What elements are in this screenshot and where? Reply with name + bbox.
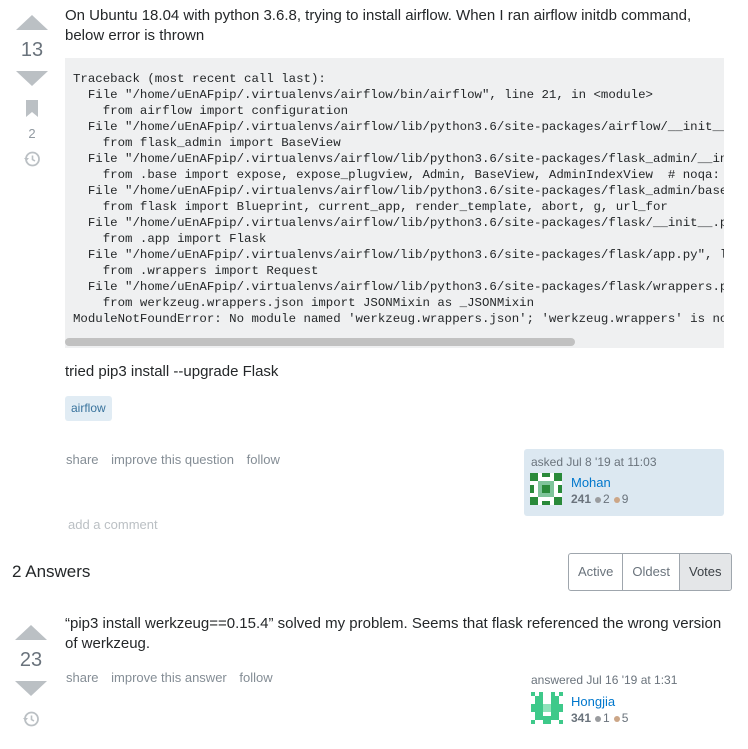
answered-time: answered Jul 16 '19 at 1:31 <box>531 673 678 687</box>
code-line: File "/home/uEnAFpip/.virtualenvs/airflo… <box>73 216 724 230</box>
question-post-menu: share improve this question follow <box>66 452 289 467</box>
question-owner-card: asked Jul 8 '19 at 11:03 Mohan 241 2 9 <box>524 449 724 516</box>
upvote-icon[interactable] <box>15 625 47 640</box>
answer-text: “pip3 install werkzeug==0.15.4” solved m… <box>65 615 722 652</box>
downvote-icon[interactable] <box>16 71 48 86</box>
code-line: File "/home/uEnAFpip/.virtualenvs/airflo… <box>73 88 653 102</box>
user-stats: 341 1 5 <box>571 711 628 725</box>
code-block: Traceback (most recent call last): File … <box>65 58 724 348</box>
share-link[interactable]: share <box>66 452 99 467</box>
code-line: from .app import Flask <box>73 232 267 246</box>
silver-badge-icon <box>595 496 602 503</box>
history-icon[interactable] <box>10 150 54 173</box>
upvote-icon[interactable] <box>16 15 48 30</box>
code-line: from .wrappers import Request <box>73 264 319 278</box>
answer-post-menu: share improve this answer follow <box>66 670 282 685</box>
code-line: ModuleNotFoundError: No module named 'we… <box>73 312 724 326</box>
improve-link[interactable]: improve this answer <box>111 670 227 685</box>
question-followup-text: tried pip3 install --upgrade Flask <box>65 363 279 380</box>
answers-count-heading: 2 Answers <box>12 562 91 581</box>
question-text: On Ubuntu 18.04 with python 3.6.8, tryin… <box>65 7 692 44</box>
bookmark-count: 2 <box>28 126 36 141</box>
answer-vote-count: 23 <box>19 649 43 671</box>
code-scrollbar[interactable] <box>65 338 575 346</box>
question-vote-cell: 13 2 <box>10 15 54 173</box>
avatar[interactable] <box>530 473 562 505</box>
reputation: 241 <box>571 492 592 506</box>
bronze-badge-count: 5 <box>621 711 629 725</box>
bronze-badge-count: 9 <box>621 492 629 506</box>
bronze-badge-icon <box>613 715 620 722</box>
follow-link[interactable]: follow <box>247 452 280 467</box>
bronze-badge-icon <box>613 496 620 503</box>
silver-badge-icon <box>595 715 602 722</box>
follow-link[interactable]: follow <box>239 670 272 685</box>
code-line: File "/home/uEnAFpip/.virtualenvs/airflo… <box>73 120 724 134</box>
answer-vote-cell: 23 <box>9 625 53 733</box>
avatar[interactable] <box>531 692 563 724</box>
bookmark-icon[interactable] <box>10 100 54 122</box>
downvote-icon[interactable] <box>15 681 47 696</box>
tab-votes[interactable]: Votes <box>678 554 731 590</box>
silver-badge-count: 2 <box>603 492 610 506</box>
history-icon[interactable] <box>9 710 53 733</box>
share-link[interactable]: share <box>66 670 99 685</box>
reputation: 341 <box>571 711 592 725</box>
code-line: File "/home/uEnAFpip/.virtualenvs/airflo… <box>73 248 724 262</box>
code-line: from werkzeug.wrappers.json import JSONM… <box>73 296 535 310</box>
code-line: File "/home/uEnAFpip/.virtualenvs/airflo… <box>73 184 724 198</box>
tab-oldest[interactable]: Oldest <box>622 554 679 590</box>
answer-sort-tabs: Active Oldest Votes <box>568 553 732 591</box>
code-line: Traceback (most recent call last): <box>73 72 326 86</box>
tag-airflow[interactable]: airflow <box>65 396 112 421</box>
silver-badge-count: 1 <box>603 711 610 725</box>
code-line: File "/home/uEnAFpip/.virtualenvs/airflo… <box>73 152 724 166</box>
user-stats: 241 2 9 <box>571 492 628 506</box>
code-line: from flask_admin import BaseView <box>73 136 341 150</box>
question-vote-count: 13 <box>20 39 44 61</box>
user-name[interactable]: Mohan <box>571 475 611 490</box>
code-line: from flask import Blueprint, current_app… <box>73 200 668 214</box>
code-line: from .base import expose, expose_plugvie… <box>73 168 724 182</box>
tab-active[interactable]: Active <box>569 554 622 590</box>
code-line: File "/home/uEnAFpip/.virtualenvs/airflo… <box>73 280 724 294</box>
add-comment-link[interactable]: add a comment <box>68 517 158 532</box>
answer-owner-card: answered Jul 16 '19 at 1:31 Hongjia 341 1… <box>531 673 731 733</box>
asked-time: asked Jul 8 '19 at 11:03 <box>531 455 657 469</box>
improve-link[interactable]: improve this question <box>111 452 234 467</box>
user-name[interactable]: Hongjia <box>571 694 615 709</box>
code-line: from airflow import configuration <box>73 104 349 118</box>
